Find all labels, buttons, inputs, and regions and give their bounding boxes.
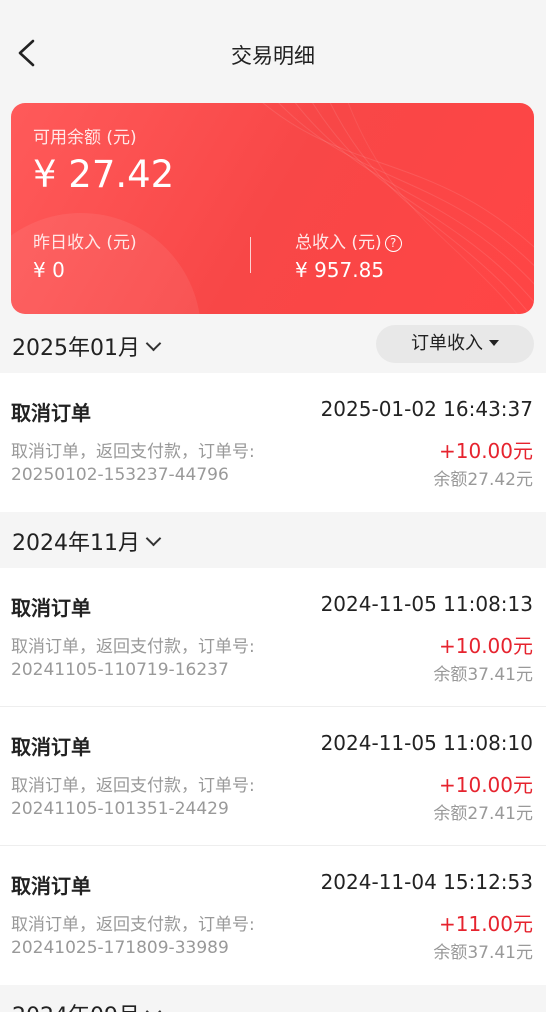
yesterday-income-label: 昨日收入 (元) [33, 233, 137, 253]
transaction-title: 取消订单 [11, 735, 91, 759]
transaction-order-no: 20241105-110719-16237 [11, 660, 229, 680]
month-selector[interactable]: 2024年09月 [12, 998, 162, 1012]
nav-bar: 交易明细 [0, 0, 546, 104]
transaction-balance: 余额27.41元 [433, 804, 533, 824]
transaction-desc: 取消订单，返回支付款，订单号: [11, 637, 255, 657]
transaction-order-no: 20250102-153237-44796 [11, 465, 229, 485]
transaction-order-no: 20241025-171809-33989 [11, 938, 229, 958]
transaction-desc: 取消订单，返回支付款，订单号: [11, 776, 255, 796]
filter-label: 订单收入 [411, 333, 483, 354]
month-label: 2024年09月 [12, 1004, 140, 1012]
transaction-title: 取消订单 [11, 874, 91, 898]
chevron-down-icon [145, 1003, 162, 1012]
transaction-order-no: 20241105-101351-24429 [11, 799, 229, 819]
total-income-value: ¥ 957.85 [295, 258, 385, 282]
transaction-amount: +10.00元 [438, 634, 533, 658]
transaction-desc: 取消订单，返回支付款，订单号: [11, 915, 255, 935]
month-selector[interactable]: 2025年01月 [12, 330, 162, 362]
balance-card: 可用余额 (元) ¥ 27.42 昨日收入 (元) ¥ 0 总收入 (元)? ¥… [11, 103, 534, 314]
chevron-down-icon [145, 335, 162, 352]
month-label: 2025年01月 [12, 336, 140, 361]
caret-down-icon [489, 340, 499, 346]
transaction-balance: 余额37.41元 [433, 665, 533, 685]
transaction-time: 2025-01-02 16:43:37 [320, 397, 533, 421]
filter-dropdown[interactable]: 订单收入 [376, 325, 534, 363]
total-income-label: 总收入 (元) [295, 233, 382, 253]
yesterday-income-value: ¥ 0 [33, 258, 65, 282]
transaction-time: 2024-11-05 11:08:10 [320, 731, 533, 755]
transaction-time: 2024-11-04 15:12:53 [320, 870, 533, 894]
chevron-down-icon [145, 530, 162, 547]
help-icon[interactable]: ? [384, 235, 402, 252]
transaction-time: 2024-11-05 11:08:13 [320, 592, 533, 616]
transaction-balance: 余额27.42元 [433, 470, 533, 490]
transaction-amount: +11.00元 [438, 912, 533, 936]
transaction-list: 取消订单 2024-11-05 11:08:13 取消订单，返回支付款，订单号:… [0, 568, 546, 985]
total-income-label-row: 总收入 (元)? [295, 228, 402, 253]
page-title: 交易明细 [231, 44, 315, 68]
transaction-item[interactable]: 取消订单 2024-11-05 11:08:10 取消订单，返回支付款，订单号:… [0, 707, 546, 846]
card-divider [250, 237, 251, 273]
transaction-item[interactable]: 取消订单 2025-01-02 16:43:37 取消订单，返回支付款，订单号:… [0, 373, 546, 512]
available-balance-label: 可用余额 (元) [33, 128, 137, 148]
month-selector[interactable]: 2024年11月 [12, 525, 162, 557]
month-label: 2024年11月 [12, 531, 140, 556]
transaction-item[interactable]: 取消订单 2024-11-04 15:12:53 取消订单，返回支付款，订单号:… [0, 846, 546, 985]
transaction-balance: 余额37.41元 [433, 943, 533, 963]
transaction-amount: +10.00元 [438, 773, 533, 797]
transaction-item[interactable]: 取消订单 2024-11-05 11:08:13 取消订单，返回支付款，订单号:… [0, 568, 546, 707]
transaction-amount: +10.00元 [438, 439, 533, 463]
transaction-title: 取消订单 [11, 596, 91, 620]
available-balance-value: ¥ 27.42 [33, 153, 175, 196]
transaction-title: 取消订单 [11, 401, 91, 425]
transaction-list: 取消订单 2025-01-02 16:43:37 取消订单，返回支付款，订单号:… [0, 373, 546, 512]
transaction-desc: 取消订单，返回支付款，订单号: [11, 442, 255, 462]
